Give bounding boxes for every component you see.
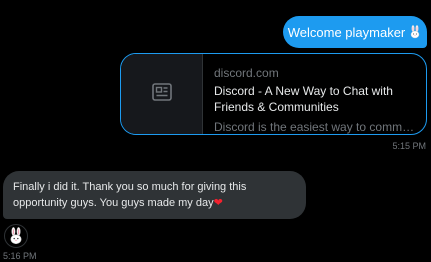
received-message-text: Finally i did it. Thank you so much for … bbox=[13, 181, 247, 209]
link-description: Discord is the easiest way to commun… bbox=[214, 120, 416, 134]
rabbit-avatar-icon[interactable] bbox=[4, 224, 28, 248]
rabbit-icon bbox=[408, 25, 422, 39]
received-timestamp: 5:16 PM bbox=[3, 251, 37, 261]
link-domain: discord.com bbox=[214, 66, 279, 80]
sent-timestamp: 5:15 PM bbox=[392, 141, 426, 151]
link-preview-card[interactable]: discord.com Discord - A New Way to Chat … bbox=[120, 53, 427, 135]
received-message-bubble[interactable]: Finally i did it. Thank you so much for … bbox=[3, 171, 306, 219]
link-text-block: discord.com Discord - A New Way to Chat … bbox=[203, 54, 426, 134]
link-thumbnail bbox=[121, 54, 203, 134]
sent-message-bubble[interactable]: Welcome playmaker bbox=[283, 16, 427, 48]
link-title: Discord - A New Way to Chat with Friends… bbox=[214, 84, 393, 114]
heart-icon: ❤ bbox=[213, 197, 223, 209]
sent-message-text: Welcome playmaker bbox=[287, 24, 406, 40]
article-icon bbox=[151, 82, 172, 106]
